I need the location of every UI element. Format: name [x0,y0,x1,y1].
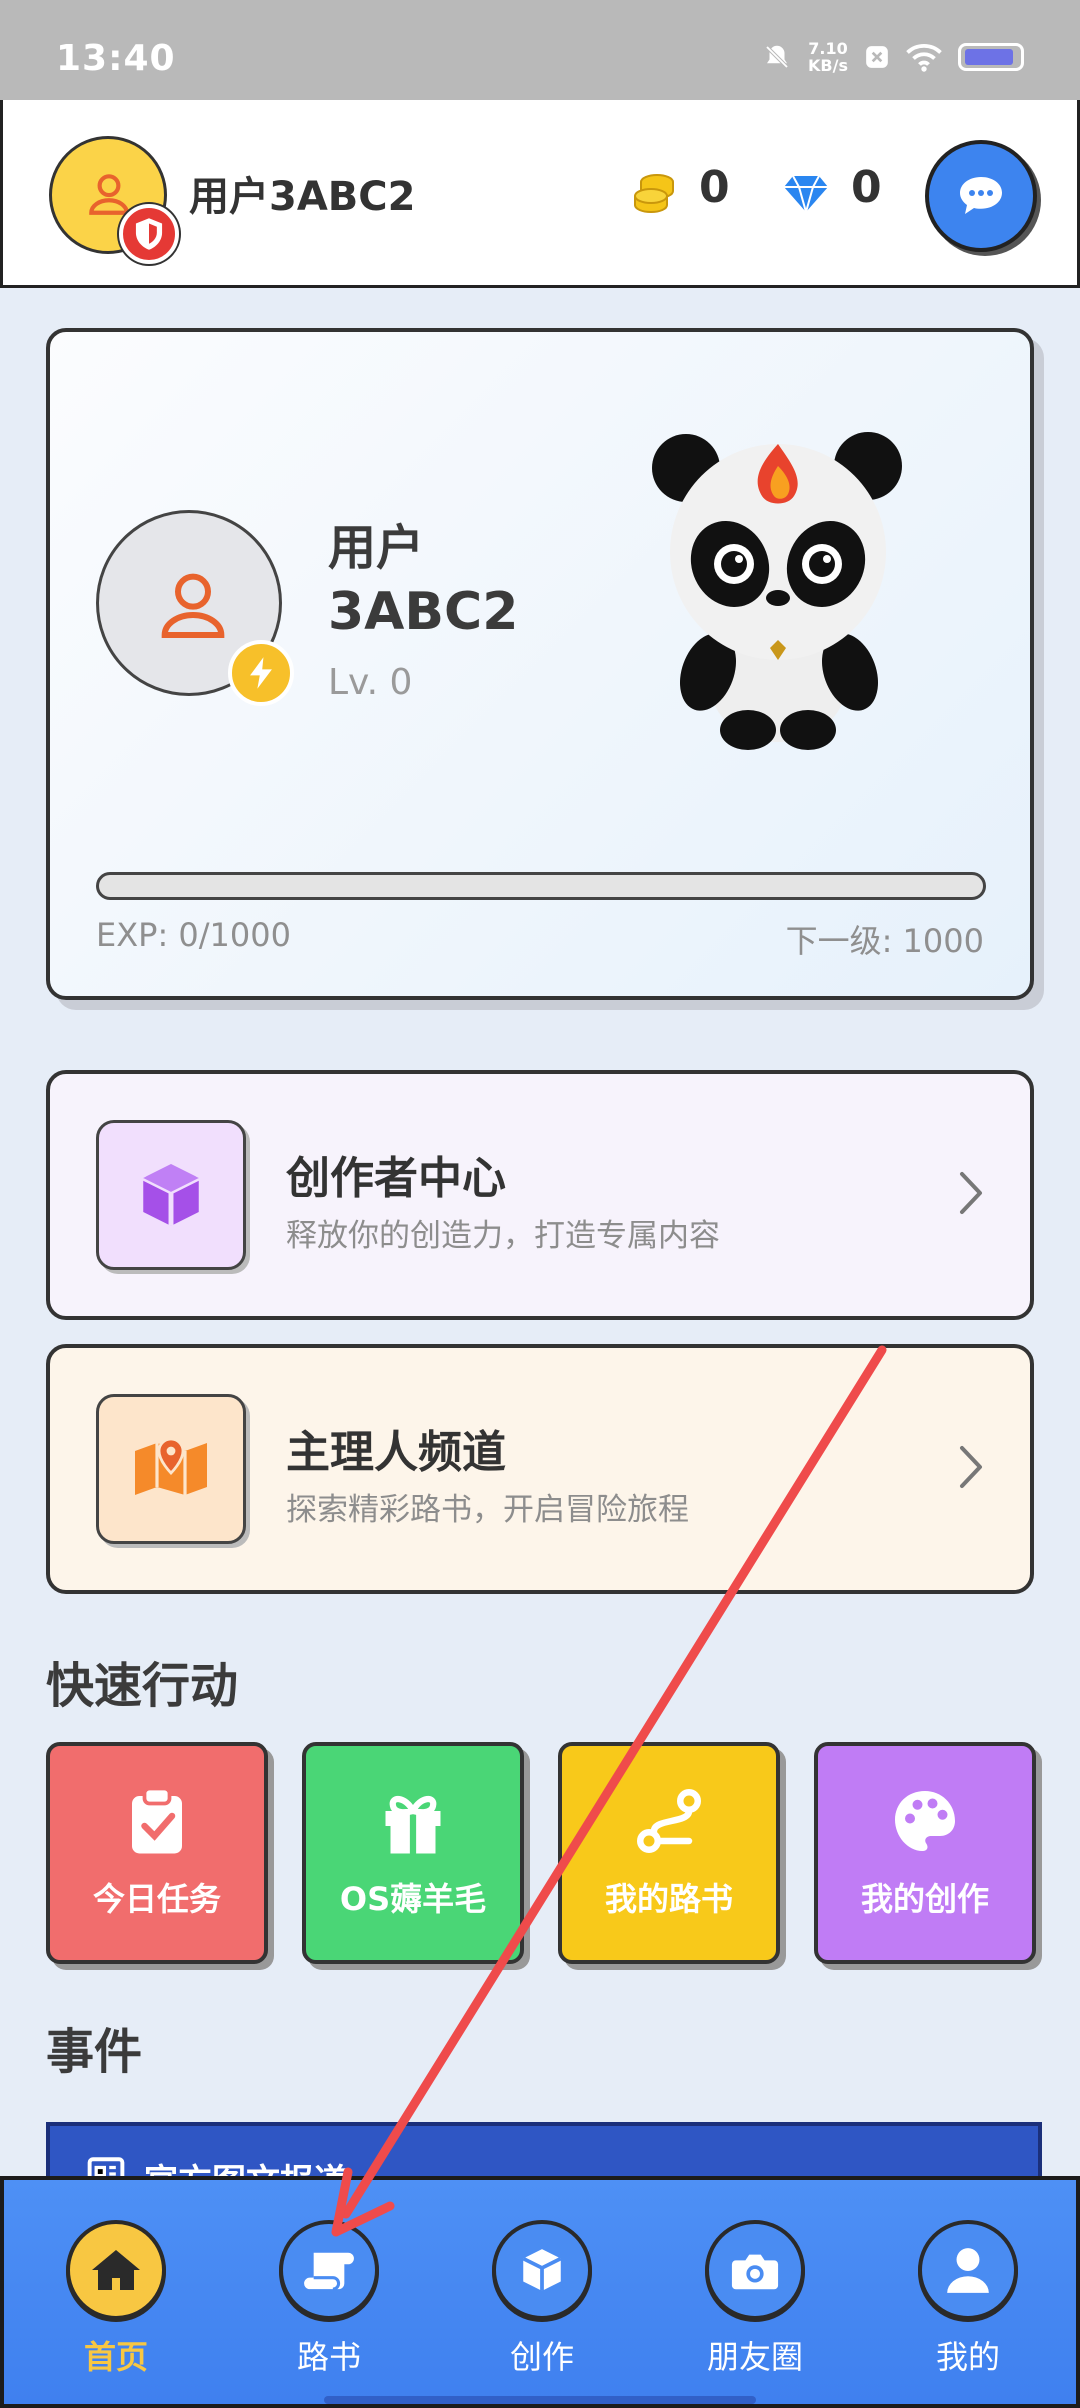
annotation-arrow [331,1345,887,2237]
